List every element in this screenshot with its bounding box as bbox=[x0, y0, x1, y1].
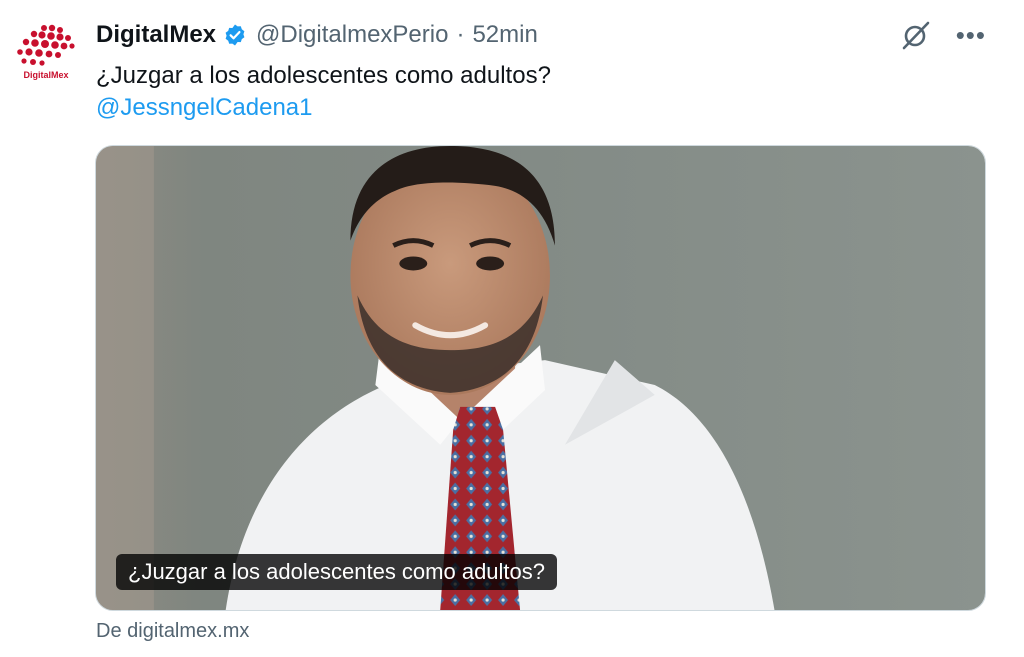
tweet-header: DigitalMex @DigitalmexPerio · 52min bbox=[96, 18, 538, 52]
card-title[interactable]: ¿Juzgar a los adolescentes como adultos? bbox=[116, 554, 558, 590]
author-name[interactable]: DigitalMex bbox=[96, 21, 216, 49]
author-handle[interactable]: @DigitalmexPerio bbox=[256, 21, 448, 49]
card-source[interactable]: De digitalmex.mx bbox=[96, 620, 249, 643]
grok-icon[interactable] bbox=[900, 19, 932, 51]
card-image[interactable] bbox=[96, 146, 985, 610]
tweet-timestamp[interactable]: 52min bbox=[472, 21, 537, 49]
mention-link[interactable]: @JessngelCadena1 bbox=[96, 92, 313, 124]
more-options-icon[interactable]: ••• bbox=[956, 22, 986, 48]
svg-text:DigitalMex: DigitalMex bbox=[23, 70, 68, 80]
tweet-text: ¿Juzgar a los adolescentes como adultos? bbox=[96, 62, 551, 89]
verified-badge-icon[interactable] bbox=[223, 23, 247, 47]
author-avatar[interactable]: DigitalMex bbox=[10, 22, 82, 84]
link-card[interactable]: ¿Juzgar a los adolescentes como adultos? bbox=[95, 145, 986, 611]
tweet-actions-top: ••• bbox=[900, 18, 986, 52]
separator-dot: · bbox=[456, 21, 465, 48]
